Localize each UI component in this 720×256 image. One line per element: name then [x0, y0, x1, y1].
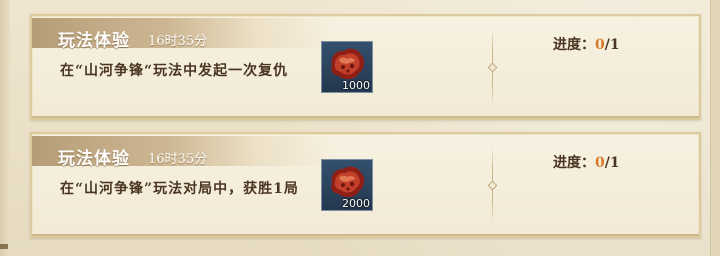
red-gem-icon — [331, 166, 365, 198]
progress-current: 0 — [595, 155, 605, 171]
reward-count: 1000 — [342, 79, 370, 92]
quest-title-bar: 玩法体验 16时35分 — [32, 136, 332, 169]
scroll-indicator — [0, 244, 8, 249]
quest-card: 玩法体验 16时35分 在“山河争锋”玩法对局中，获胜1局 2000 进度：0/… — [30, 132, 701, 238]
progress-total: 1 — [609, 37, 620, 53]
progress-current: 0 — [595, 37, 605, 53]
progress-total: 1 — [609, 155, 620, 171]
quest-title-bar: 玩法体验 16时35分 — [32, 18, 332, 51]
red-gem-icon — [331, 48, 365, 80]
quest-progress: 进度：0/1 — [553, 34, 620, 54]
quest-timer: 16时35分 — [148, 152, 208, 167]
quest-card: 玩法体验 16时35分 在“山河争锋“玩法中发起一次复仇 1000 进度：0/1 — [30, 14, 701, 120]
divider-diamond-icon — [487, 180, 498, 191]
quest-timer: 16时35分 — [148, 34, 208, 49]
reward-count: 2000 — [342, 197, 370, 210]
progress-label: 进度： — [553, 155, 595, 171]
quest-title: 玩法体验 — [58, 31, 130, 51]
divider-diamond-icon — [487, 62, 498, 73]
progress-label: 进度： — [553, 37, 595, 53]
left-edge — [0, 0, 10, 256]
quest-description: 在“山河争锋“玩法中发起一次复仇 — [60, 63, 289, 79]
reward-item[interactable]: 2000 — [321, 159, 373, 211]
quest-description: 在“山河争锋”玩法对局中，获胜1局 — [60, 181, 299, 197]
quest-title: 玩法体验 — [58, 149, 130, 169]
reward-item[interactable]: 1000 — [321, 41, 373, 93]
quest-progress: 进度：0/1 — [553, 152, 620, 172]
